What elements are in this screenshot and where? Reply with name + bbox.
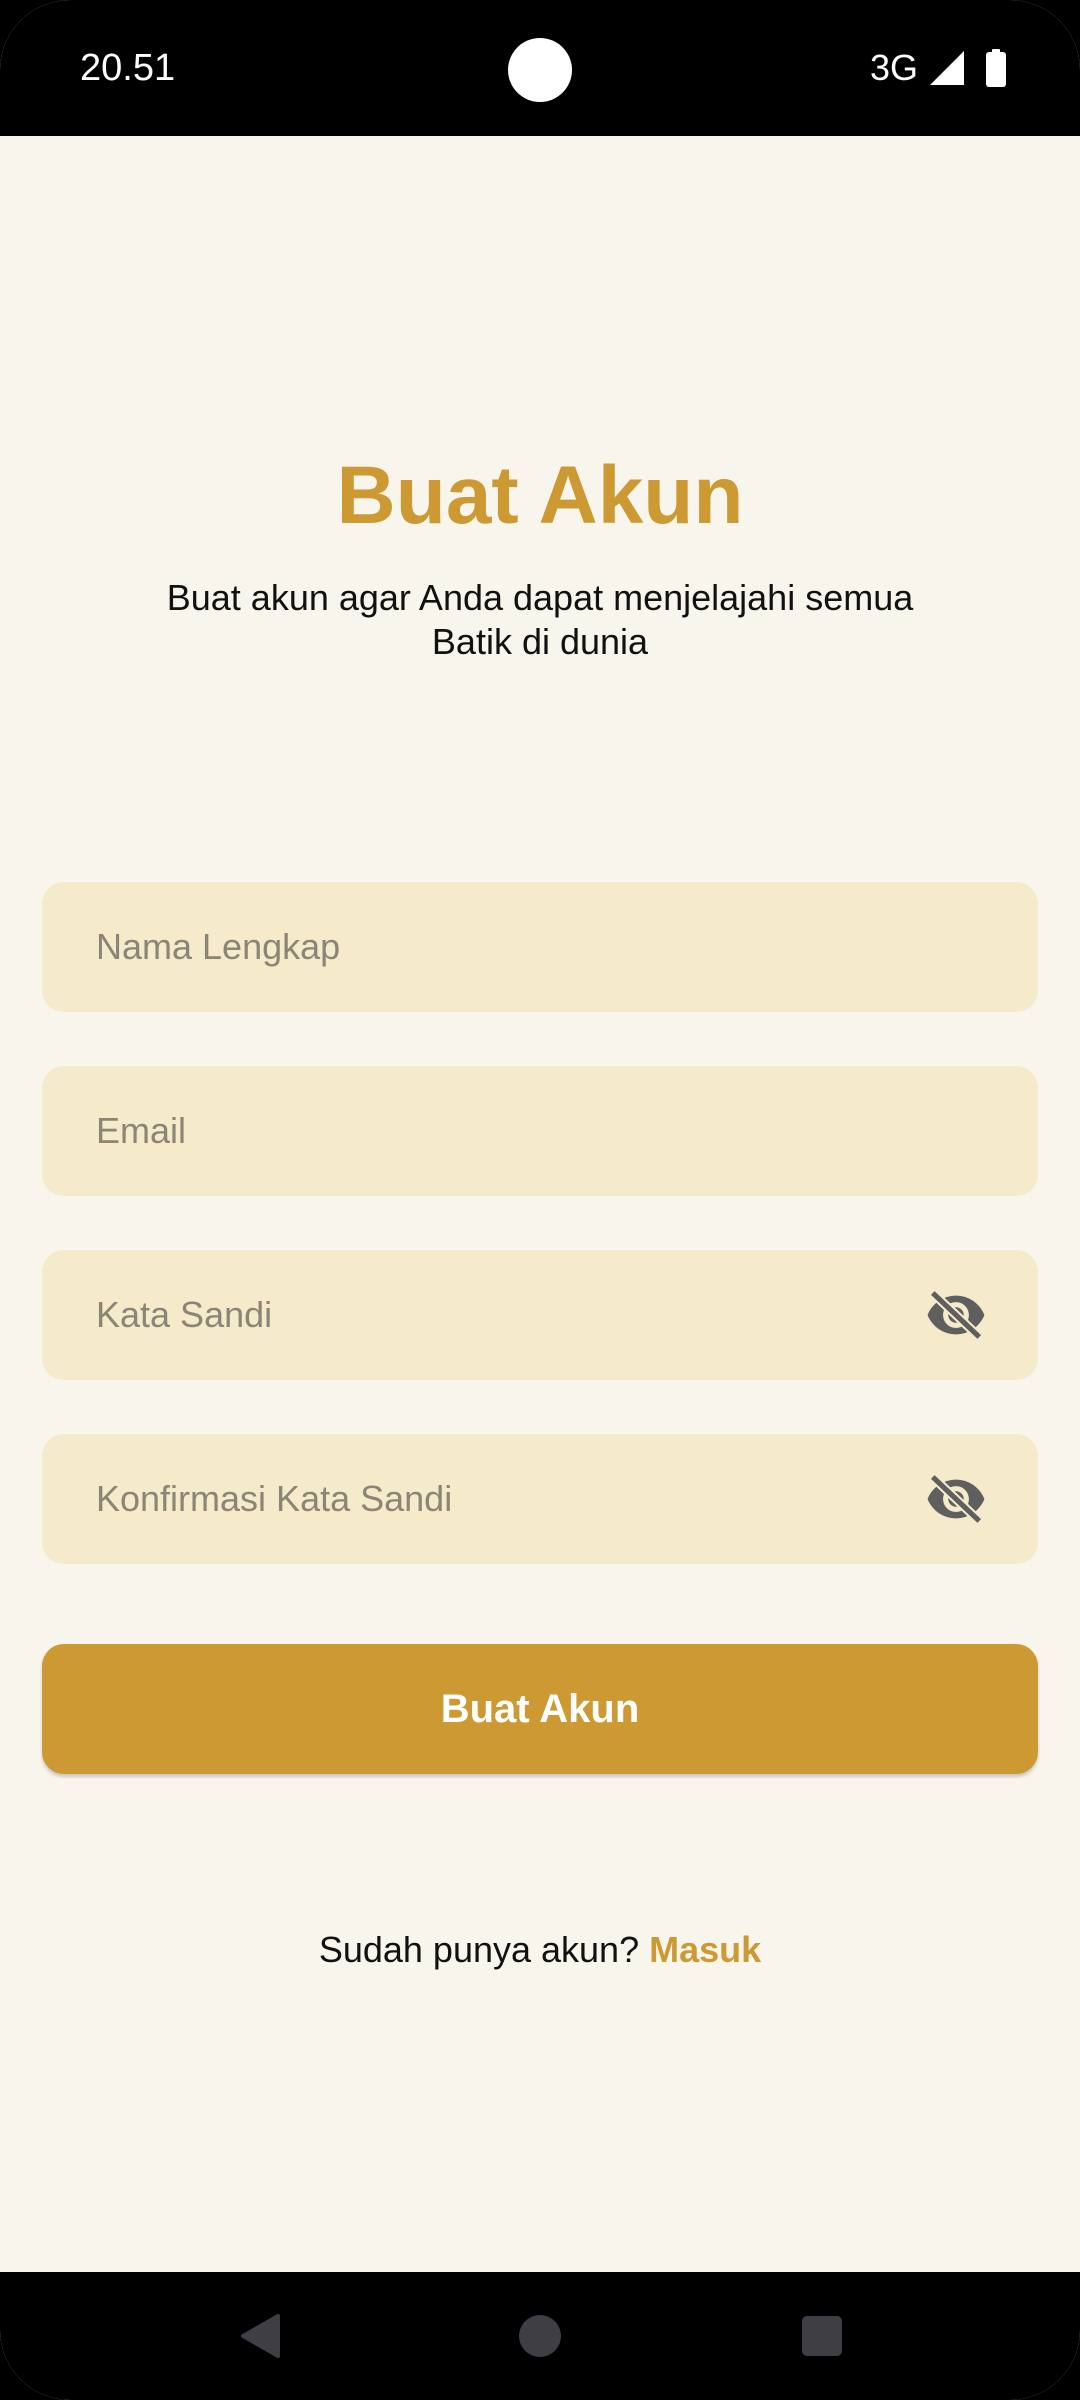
page-title: Buat Akun <box>336 450 744 541</box>
signal-icon <box>930 51 964 85</box>
confirm-password-field[interactable] <box>42 1434 1038 1564</box>
battery-icon <box>976 49 1006 87</box>
create-account-button[interactable]: Buat Akun <box>42 1644 1038 1774</box>
front-camera-cutout <box>508 38 572 102</box>
nav-back-button[interactable] <box>230 2306 290 2366</box>
home-icon <box>519 2315 561 2357</box>
status-indicators: 3G <box>870 44 1006 92</box>
password-input[interactable] <box>42 1250 1038 1380</box>
password-field[interactable] <box>42 1250 1038 1380</box>
back-icon <box>241 2314 280 2358</box>
password-visibility-toggle[interactable] <box>924 1283 988 1347</box>
sign-in-prompt-text: Sudah punya akun? <box>318 1929 640 1970</box>
eye-off-icon <box>927 1289 985 1341</box>
full-name-field[interactable] <box>42 882 1038 1012</box>
recents-icon <box>802 2316 842 2356</box>
nav-home-button[interactable] <box>510 2306 570 2366</box>
eye-off-icon <box>927 1473 985 1525</box>
network-type-label: 3G <box>869 47 918 88</box>
sign-in-prompt: Sudah punya akun? Masuk <box>0 1926 1080 1974</box>
confirm-password-visibility-toggle[interactable] <box>924 1467 988 1531</box>
status-time: 20.51 <box>80 47 176 89</box>
full-name-input[interactable] <box>42 882 1038 1012</box>
app-screen: 20.51 3G Buat Akun Buat akun agar Anda d… <box>0 0 1080 2400</box>
confirm-password-input[interactable] <box>42 1434 1038 1564</box>
nav-recents-button[interactable] <box>792 2306 852 2366</box>
page-subtitle: Buat akun agar Anda dapat menjelajahi se… <box>166 577 914 662</box>
status-bar: 20.51 3G <box>0 0 1080 136</box>
email-field[interactable] <box>42 1066 1038 1196</box>
navigation-bar <box>0 2272 1080 2400</box>
sign-in-link[interactable]: Masuk <box>649 1929 761 1970</box>
email-input[interactable] <box>42 1066 1038 1196</box>
